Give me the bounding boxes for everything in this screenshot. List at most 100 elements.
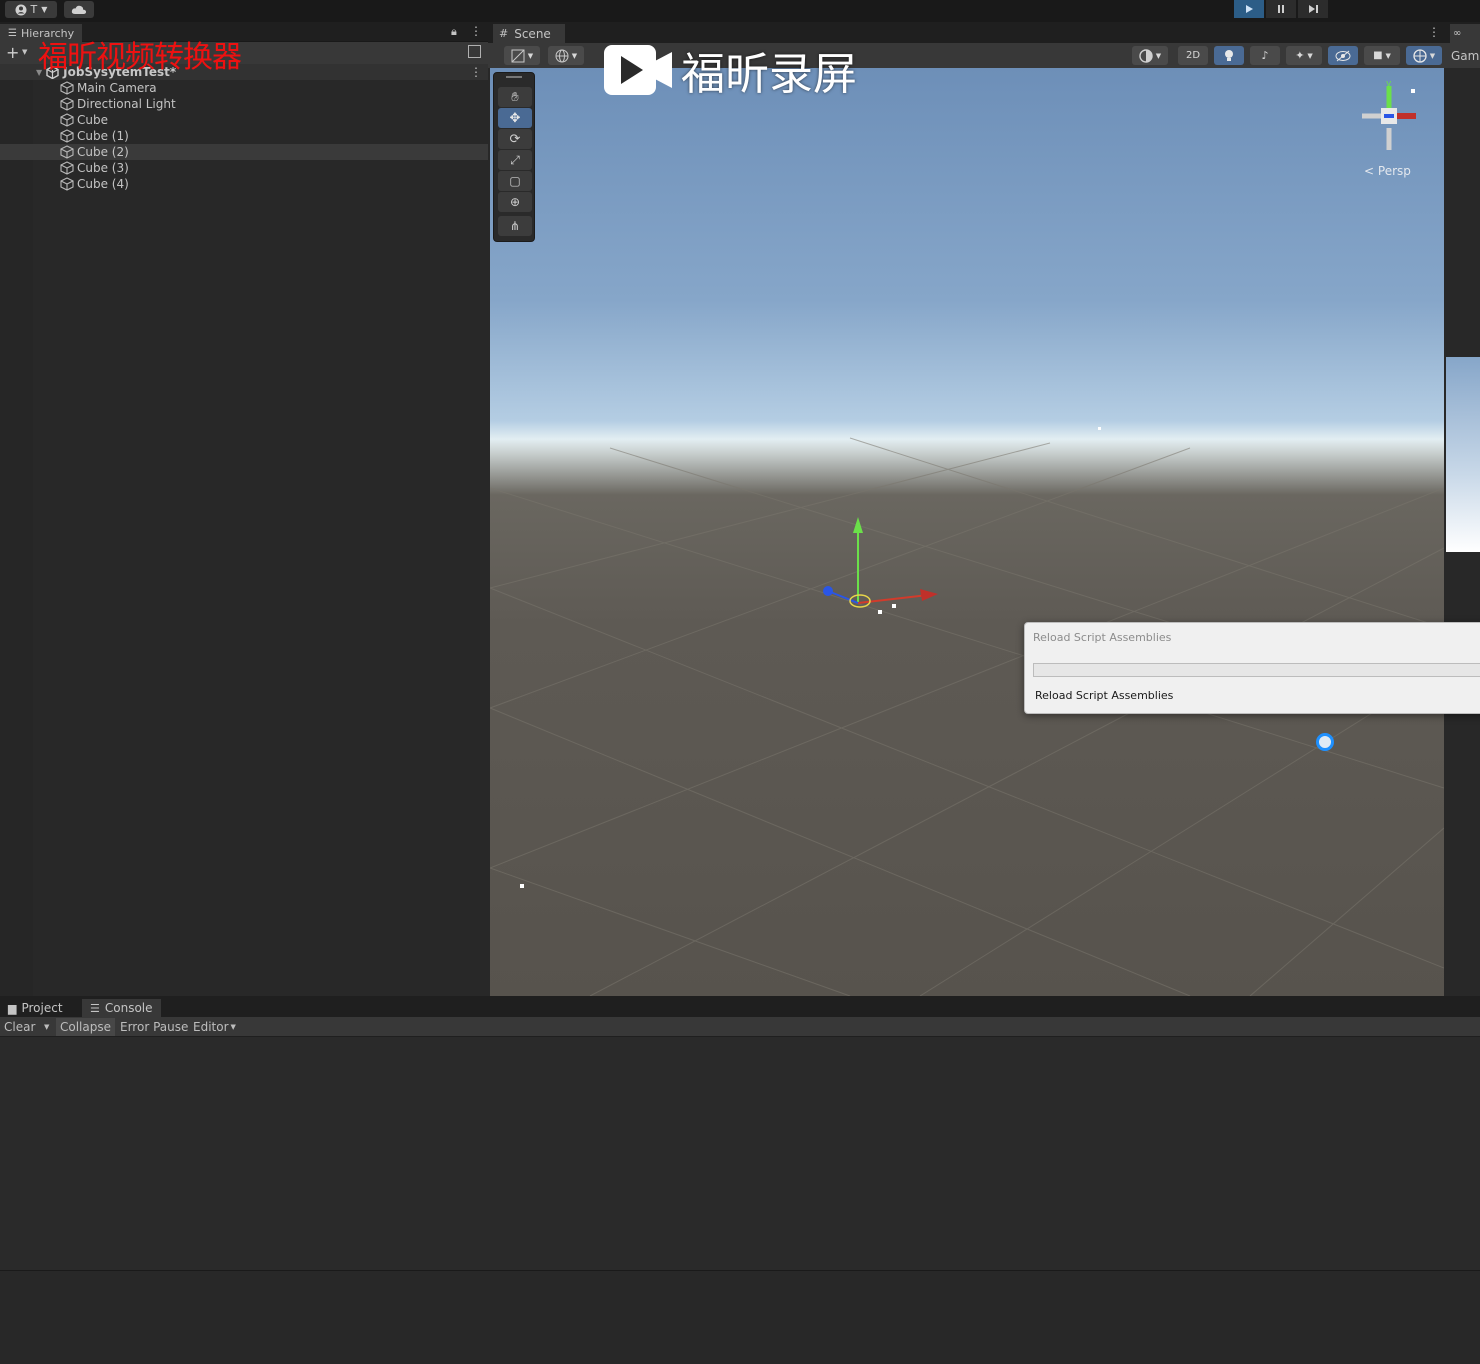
custom-tool-icon: ⋔ <box>509 219 521 233</box>
main-toolbar: T ▼ <box>0 0 1480 22</box>
more-options-icon[interactable]: ⋮ <box>470 24 482 38</box>
palette-drag-handle[interactable] <box>506 76 522 78</box>
hierarchy-item[interactable]: Cube (4) <box>0 176 488 192</box>
game-panel: ∞ Game <box>1446 22 1480 996</box>
collapse-button[interactable]: Collapse <box>56 1018 115 1036</box>
error-pause-button[interactable]: Error Pause <box>116 1018 192 1036</box>
hierarchy-item[interactable]: Cube <box>0 112 488 128</box>
hierarchy-item[interactable]: Cube (2) <box>0 144 488 160</box>
sphere-icon <box>1139 48 1153 63</box>
play-button[interactable] <box>1234 0 1264 18</box>
lock-icon[interactable]: 🔒︎ <box>451 25 457 39</box>
transform-tool-button[interactable]: ⊕ <box>498 192 532 212</box>
tab-game[interactable]: ∞ <box>1450 24 1480 43</box>
move-gizmo[interactable] <box>810 513 950 623</box>
lighting-toggle[interactable] <box>1214 46 1244 65</box>
gameobject-cube-icon <box>60 177 74 191</box>
scene-visibility-icon[interactable] <box>468 45 481 58</box>
gameobject-cube-icon <box>60 97 74 111</box>
editor-dropdown[interactable]: Editor ▼ <box>189 1018 240 1036</box>
console-detail-area <box>0 1271 1480 1364</box>
scale-tool-button[interactable]: ⤢ <box>498 150 532 170</box>
gizmos-dropdown[interactable]: ▼ <box>1406 46 1442 65</box>
gameobject-cube-icon <box>60 129 74 143</box>
console-icon: ☰ <box>90 1001 100 1015</box>
game-toolbar: Game <box>1446 43 1480 68</box>
object-point <box>520 884 524 888</box>
add-icon[interactable]: + <box>6 43 19 62</box>
step-icon <box>1309 5 1318 13</box>
collapse-label: Collapse <box>60 1020 111 1034</box>
light-point <box>1098 427 1101 430</box>
hierarchy-item-label: Cube (1) <box>77 129 129 143</box>
more-options-icon[interactable]: ⋮ <box>1428 25 1440 39</box>
eye-slash-icon <box>1335 50 1351 61</box>
console-tab-label: Console <box>104 1001 153 1015</box>
x-axis-handle <box>920 589 938 601</box>
chevron-down-icon: ▼ <box>571 51 578 60</box>
game-preview <box>1446 357 1480 552</box>
account-dropdown[interactable]: T ▼ <box>5 1 57 18</box>
game-tab-label[interactable]: Game <box>1451 49 1480 63</box>
tab-scene[interactable]: # Scene <box>493 24 565 43</box>
y-axis-handle <box>853 517 863 533</box>
hierarchy-item-label: Cube (2) <box>77 145 129 159</box>
hand-tool-button[interactable]: ✋︎ <box>498 87 532 107</box>
tab-console[interactable]: ☰ Console <box>82 999 161 1017</box>
tab-project[interactable]: ▆ Project <box>0 999 71 1017</box>
hidden-objects-toggle[interactable] <box>1328 46 1358 65</box>
persp-label: Persp <box>1377 164 1411 178</box>
pause-button[interactable] <box>1266 0 1296 18</box>
step-button[interactable] <box>1298 0 1328 18</box>
gizmo-y-label: y <box>1386 79 1392 89</box>
cloud-button[interactable] <box>64 1 94 18</box>
chevron-down-icon[interactable]: ▼ <box>22 48 27 56</box>
clear-options-dropdown[interactable]: ▼ <box>40 1018 53 1036</box>
hierarchy-item[interactable]: Cube (1) <box>0 128 488 144</box>
rect-tool-button[interactable]: ▢ <box>498 171 532 191</box>
global-local-dropdown[interactable]: ▼ <box>548 46 584 65</box>
project-tab-label: Project <box>21 1001 63 1015</box>
scene-viewport[interactable]: y < Persp ✋︎ ✥ ⟳ ⤢ ▢ ⊕ ⋔ <box>490 68 1444 996</box>
hierarchy-item[interactable]: Directional Light <box>0 96 488 112</box>
effects-dropdown[interactable]: ✦ ▼ <box>1286 46 1322 65</box>
move-tool-button[interactable]: ✥ <box>498 108 532 128</box>
camera-icon: ■ <box>1373 50 1383 61</box>
watermark-recorder: 福昕录屏 <box>603 38 857 102</box>
hierarchy-item[interactable]: Main Camera <box>0 80 488 96</box>
folder-icon: ▆ <box>8 1001 17 1015</box>
orientation-gizmo[interactable]: y <box>1354 78 1424 158</box>
hierarchy-item-label: Main Camera <box>77 81 157 95</box>
audio-icon: ♪ <box>1261 49 1269 62</box>
projection-toggle[interactable]: < Persp <box>1364 164 1411 178</box>
shading-dropdown[interactable]: ▼ <box>1132 46 1168 65</box>
game-tabbar: ∞ <box>1446 22 1480 43</box>
chevron-down-icon: ▼ <box>1429 51 1436 60</box>
hierarchy-item-label: Cube <box>77 113 108 127</box>
scene-tab-label: Scene <box>514 26 551 41</box>
custom-tool-button[interactable]: ⋔ <box>498 216 532 236</box>
error-pause-label: Error Pause <box>120 1020 189 1034</box>
move-tool-icon: ✥ <box>509 110 521 126</box>
console-toolbar: Clear ▼ Collapse Error Pause Editor ▼ <box>0 1017 1480 1037</box>
chevron-down-icon: ▼ <box>230 1023 236 1031</box>
hierarchy-item[interactable]: Cube (3) <box>0 160 488 176</box>
toggle-2d-button[interactable]: 2D <box>1178 46 1208 65</box>
rotate-tool-button[interactable]: ⟳ <box>498 129 532 149</box>
dialog-title: Reload Script Assemblies <box>1033 631 1172 644</box>
bottom-tabbar: ▆ Project ☰ Console <box>0 996 1480 1017</box>
draw-mode-dropdown[interactable]: ▼ <box>504 46 540 65</box>
list-icon: ☰ <box>8 27 17 39</box>
clear-button[interactable]: Clear <box>0 1018 39 1036</box>
chevron-down-icon: ▼ <box>1307 51 1313 60</box>
gameobject-cube-icon <box>60 113 74 127</box>
lightbulb-icon <box>1225 49 1233 61</box>
audio-toggle[interactable]: ♪ <box>1250 46 1280 65</box>
gameobject-cube-icon <box>60 145 74 159</box>
more-options-icon[interactable]: ⋮ <box>470 65 482 79</box>
console-log-list[interactable] <box>0 1037 1480 1270</box>
chevron-left-icon: < <box>1364 164 1375 178</box>
gizmo-globe-icon <box>1413 48 1427 63</box>
hierarchy-item-label: Directional Light <box>77 97 176 111</box>
camera-dropdown[interactable]: ■ ▼ <box>1364 46 1400 65</box>
